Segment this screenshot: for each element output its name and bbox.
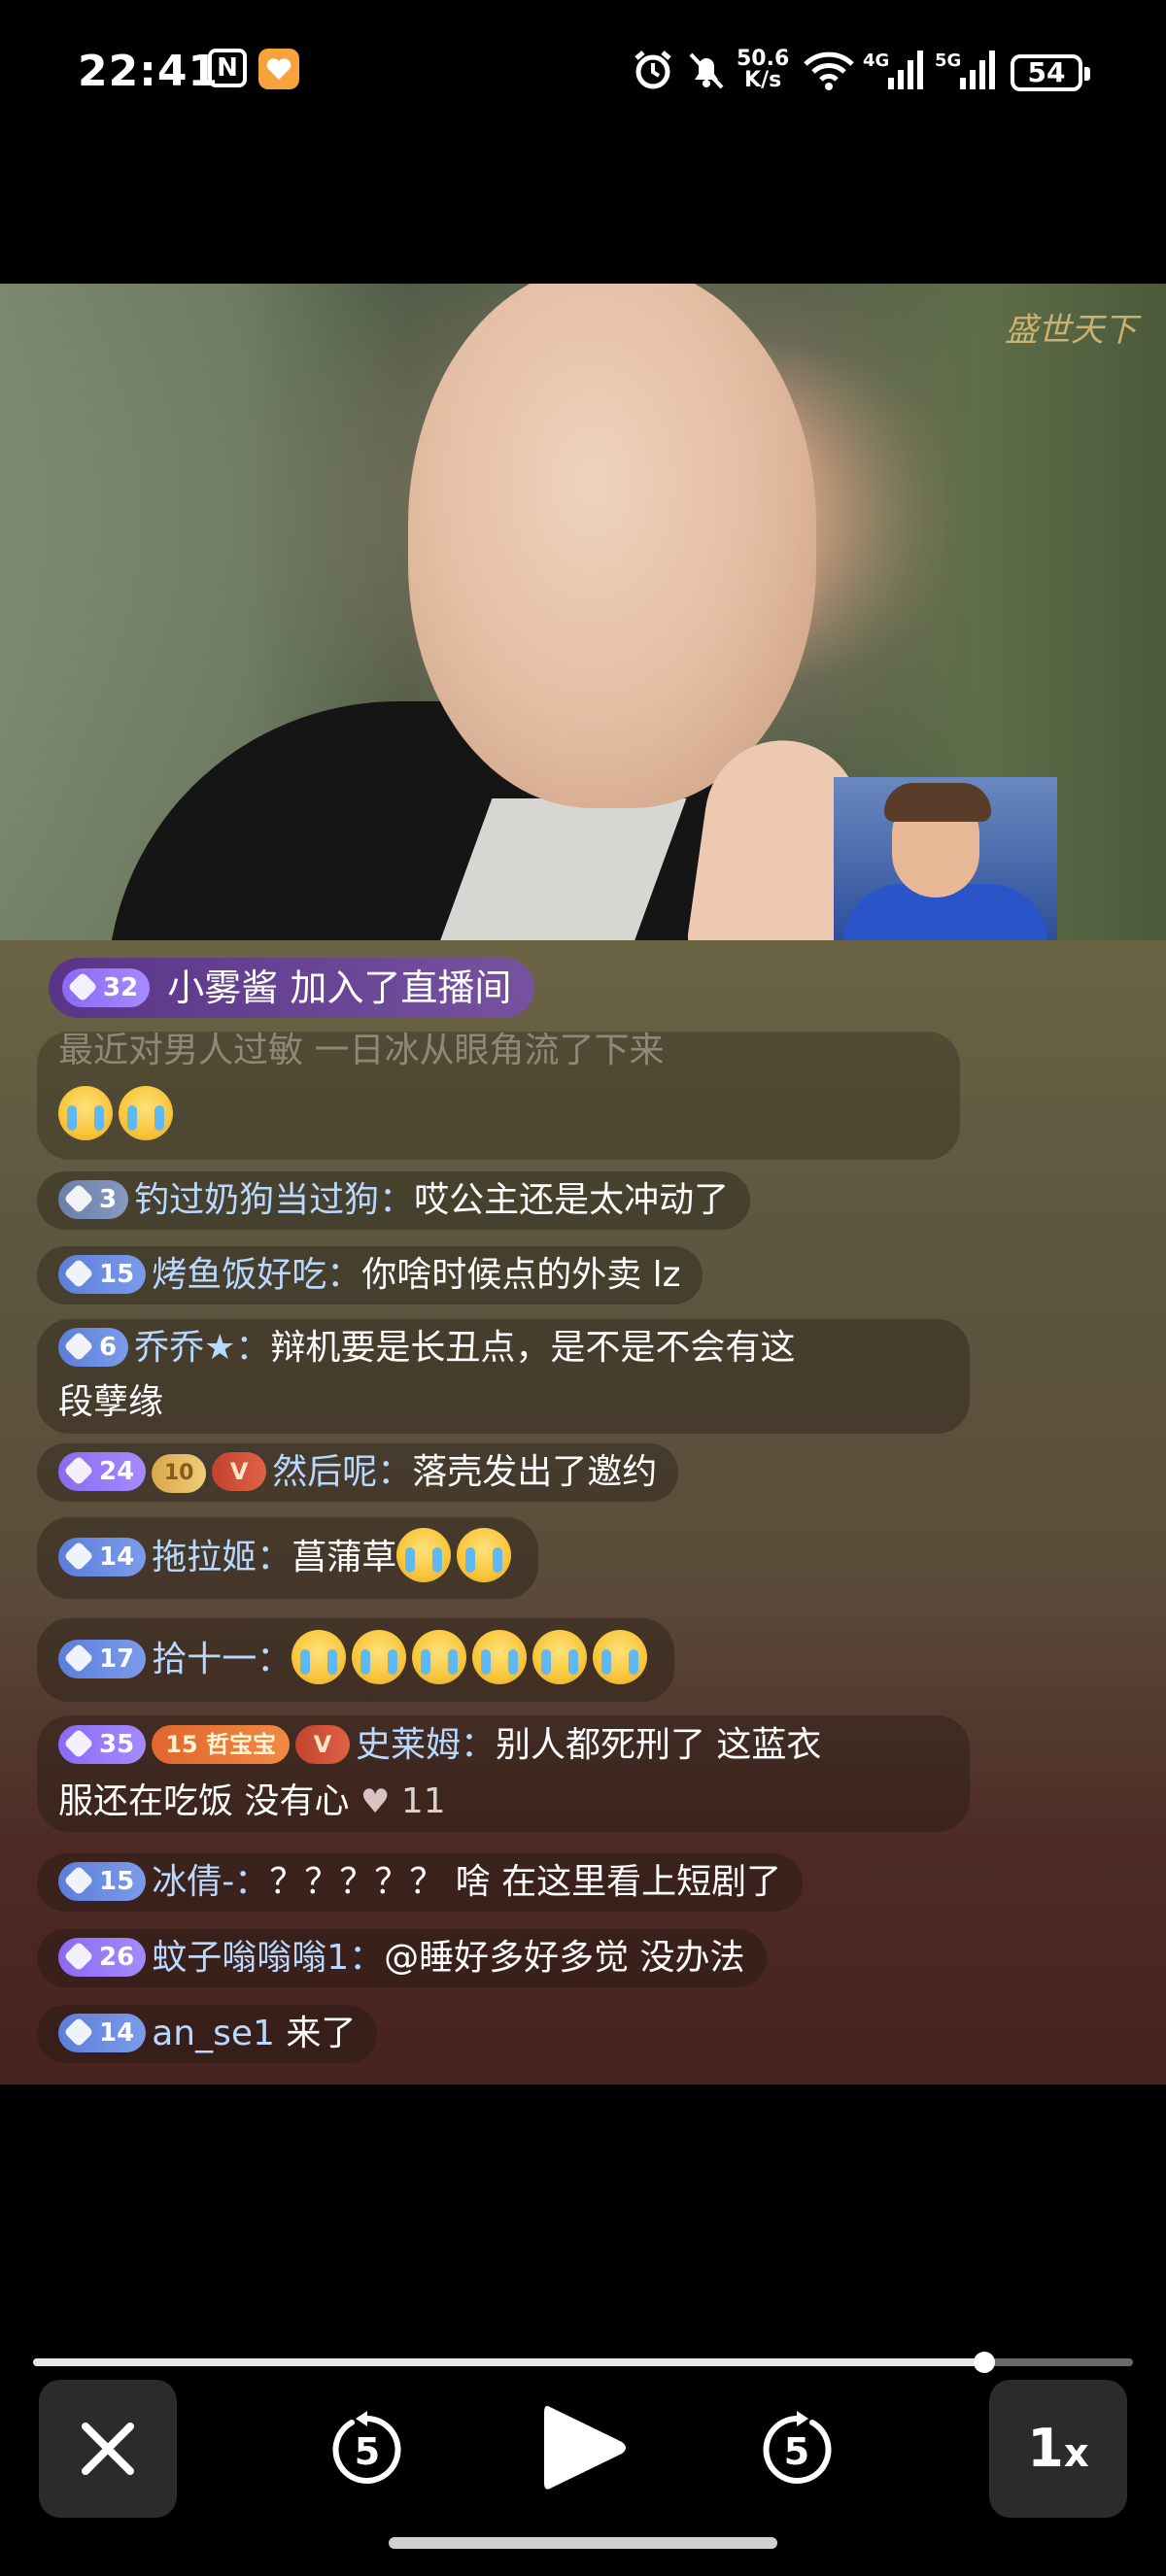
- username[interactable]: 蚊子嗡嗡嗡1：: [152, 1938, 384, 1978]
- faded-message: 最近对男人过敏 一日冰从眼角流了下来: [37, 1032, 960, 1160]
- crying-emoji-icon: [58, 1086, 113, 1140]
- play-icon: [544, 2405, 626, 2490]
- join-notice: 32 小雾酱 加入了直播间: [49, 958, 535, 1018]
- play-button[interactable]: [540, 2401, 630, 2494]
- chat-message: 6 乔乔★：辩机要是长丑点，是不是不会有这段孽缘: [37, 1319, 970, 1434]
- chat-message: 3 钓过奶狗当过狗：哎公主还是太冲动了: [37, 1171, 751, 1230]
- progress-thumb[interactable]: [974, 2352, 996, 2373]
- username[interactable]: 钓过奶狗当过狗：: [134, 1180, 414, 1220]
- progress-fill: [33, 2358, 985, 2366]
- close-button[interactable]: [39, 2380, 177, 2518]
- username[interactable]: 乔乔★：: [134, 1328, 270, 1368]
- level-badge: 14: [58, 1538, 147, 1576]
- streamer-camera[interactable]: [834, 777, 1057, 940]
- level-badge: 3: [58, 1180, 129, 1219]
- fan-badge: 15 哲宝宝: [152, 1725, 290, 1764]
- message-text-continued: 段孽缘: [58, 1382, 164, 1422]
- crying-emoji-icon: [457, 1528, 512, 1582]
- crying-emoji-icon: [292, 1630, 347, 1684]
- level-badge: 24: [58, 1452, 147, 1491]
- video-watermark: 盛世天下: [1005, 311, 1137, 350]
- mute-icon: [685, 49, 728, 95]
- rewind-button[interactable]: 5: [330, 2409, 404, 2491]
- home-indicator[interactable]: [389, 2537, 777, 2549]
- crying-emoji-icon: [593, 1630, 648, 1684]
- username[interactable]: 冰倩-：: [152, 1862, 269, 1902]
- level-badge: 17: [58, 1640, 147, 1678]
- battery-icon: 54: [1011, 54, 1090, 91]
- playback-speed-button[interactable]: 1x: [989, 2380, 1127, 2518]
- crying-emoji-icon: [532, 1630, 588, 1684]
- chat-message: 15 烤鱼饭好吃：你啥时候点的外卖 lz: [37, 1246, 703, 1305]
- forward-button[interactable]: 5: [760, 2409, 834, 2491]
- username[interactable]: 史莱姆：: [356, 1725, 496, 1765]
- video-frame[interactable]: 盛世天下: [0, 284, 1166, 940]
- rewind-seconds: 5: [354, 2430, 381, 2473]
- like-count: 11: [400, 1781, 446, 1821]
- message-text: 菖蒲草: [292, 1538, 397, 1577]
- heart-icon[interactable]: ♥: [360, 1782, 390, 1821]
- chat-message: 14 拖拉姬：菖蒲草: [37, 1517, 539, 1599]
- username[interactable]: 然后呢：: [272, 1452, 412, 1492]
- chat-message: 17 拾十一：: [37, 1618, 675, 1702]
- crying-emoji-icon: [472, 1630, 528, 1684]
- crying-emoji-icon: [352, 1630, 407, 1684]
- level-badge: 26: [58, 1938, 147, 1977]
- status-bar: 22:41 N 50.6 K/s 4G 5G 54: [0, 0, 1166, 146]
- message-text-continued: 服还在吃饭 没有心: [58, 1781, 350, 1821]
- username[interactable]: an_se1: [152, 2014, 275, 2053]
- join-user[interactable]: 小雾酱: [167, 966, 278, 1009]
- chat-message: 24 10 V 然后呢：落壳发出了邀约: [37, 1443, 679, 1502]
- join-action: 加入了直播间: [290, 966, 512, 1009]
- message-text: 落壳发出了邀约: [412, 1452, 658, 1492]
- faded-text: 最近对男人过敏 一日冰从眼角流了下来: [58, 1032, 665, 1070]
- svg-text:5G: 5G: [935, 51, 961, 71]
- fan-badge: 10: [152, 1454, 207, 1493]
- crying-emoji-icon: [412, 1630, 467, 1684]
- level-badge: 15: [58, 1862, 147, 1901]
- level-badge: 6: [58, 1328, 129, 1367]
- forward-seconds: 5: [783, 2430, 810, 2473]
- speed-suffix: x: [1063, 2431, 1089, 2476]
- crying-emoji-icon: [119, 1086, 173, 1140]
- speed-value: 1: [1027, 2418, 1064, 2479]
- level-badge: 15: [58, 1255, 147, 1294]
- clock: 22:41: [78, 47, 220, 96]
- net-speed: 50.6 K/s: [737, 47, 790, 92]
- nfc-icon: N: [208, 49, 247, 87]
- chat-message: 14 an_se1 来了: [37, 2005, 378, 2063]
- message-text: 你啥时候点的外卖 lz: [361, 1255, 681, 1295]
- signal-5g-icon: 5G: [935, 49, 999, 95]
- username[interactable]: 拖拉姬：: [152, 1538, 292, 1577]
- alarm-icon: [632, 49, 674, 95]
- message-text: 辩机要是长丑点，是不是不会有这: [270, 1328, 796, 1368]
- emoji-row: [58, 1086, 179, 1140]
- chat-message: 35 15 哲宝宝 V 史莱姆：别人都死刑了 这蓝衣服还在吃饭 没有心 ♥ 11: [37, 1715, 970, 1832]
- chat-message: 15 冰倩-：？？？？？ 啥 在这里看上短剧了: [37, 1853, 804, 1912]
- message-text: 别人都死刑了 这蓝衣: [495, 1725, 822, 1765]
- crying-emoji-icon: [396, 1528, 452, 1582]
- vip-badge: V: [294, 1725, 350, 1764]
- message-text: ？？？？？ 啥 在这里看上短剧了: [269, 1862, 782, 1902]
- message-text: @睡好多好多觉 没办法: [384, 1938, 745, 1978]
- vip-badge: V: [212, 1452, 267, 1491]
- message-text: 来了: [286, 2014, 357, 2053]
- progress-bar[interactable]: [33, 2352, 1133, 2373]
- svg-text:4G: 4G: [863, 51, 889, 71]
- chat-message: 26 蚊子嗡嗡嗡1：@睡好多好多觉 没办法: [37, 1929, 767, 1987]
- message-text: 哎公主还是太冲动了: [414, 1180, 730, 1220]
- level-badge: 14: [58, 2014, 147, 2052]
- close-icon: [82, 2423, 134, 2475]
- level-badge: 32: [62, 968, 151, 1007]
- monk-head: [408, 284, 816, 808]
- username[interactable]: 拾十一：: [152, 1640, 292, 1679]
- app-notification-icon: [258, 49, 299, 89]
- signal-4g-icon: 4G: [863, 49, 927, 95]
- level-badge: 35: [58, 1725, 147, 1764]
- username[interactable]: 烤鱼饭好吃：: [152, 1255, 361, 1295]
- wifi-icon: [803, 49, 855, 95]
